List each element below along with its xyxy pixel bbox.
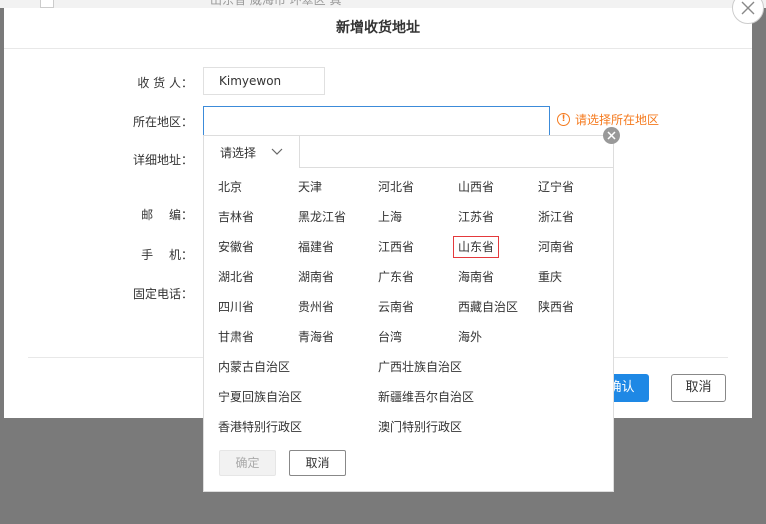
region-input[interactable] [203,106,550,136]
province-option[interactable]: 广东省 [378,267,414,287]
consignee-label: 收 货 人： [137,76,193,90]
province-option[interactable]: 甘肃省 [218,327,254,347]
province-option[interactable]: 河北省 [378,177,414,197]
province-option[interactable]: 青海省 [298,327,334,347]
detail-address-label: 详细地址： [133,153,194,167]
province-option[interactable]: 山东省 [453,236,500,258]
province-option[interactable]: 湖南省 [298,267,334,287]
province-option[interactable]: 西藏自治区 [458,297,518,317]
region-label: 所在地区： [133,115,194,129]
background-checkbox [40,0,54,8]
picker-confirm-button[interactable]: 确定 [219,450,276,476]
province-option[interactable]: 吉林省 [218,207,254,227]
province-option[interactable]: 海南省 [458,267,494,287]
province-option[interactable]: 贵州省 [298,297,334,317]
province-option[interactable]: 山西省 [458,177,494,197]
mobile-label: 手 机： [141,248,193,262]
phone-label: 固定电话： [133,287,194,301]
province-option[interactable]: 上海 [378,207,402,227]
dialog-title: 新增收货地址 [4,8,752,49]
province-option[interactable]: 海外 [458,327,482,347]
close-icon [741,1,755,15]
picker-cancel-button[interactable]: 取消 [289,450,346,476]
province-option[interactable]: 香港特别行政区 [218,417,302,437]
province-option[interactable]: 内蒙古自治区 [218,357,290,377]
close-icon [607,131,616,140]
province-option[interactable]: 北京 [218,177,242,197]
province-option[interactable]: 浙江省 [538,207,574,227]
province-option[interactable]: 宁夏回族自治区 [218,387,302,407]
consignee-input[interactable]: Kimyewon [203,67,325,95]
cancel-button[interactable]: 取消 [671,374,726,402]
province-option[interactable]: 广西壮族自治区 [378,357,462,377]
province-option[interactable]: 陕西省 [538,297,574,317]
province-option[interactable]: 江苏省 [458,207,494,227]
province-option[interactable]: 河南省 [538,237,574,257]
province-option[interactable]: 四川省 [218,297,254,317]
province-option[interactable]: 辽宁省 [538,177,574,197]
province-option[interactable]: 云南省 [378,297,414,317]
province-option[interactable]: 天津 [298,177,322,197]
background-address-text: 山东省 威海市 环翠区 真 [210,0,342,7]
province-option[interactable]: 湖北省 [218,267,254,287]
region-tip-text: 请选择所在地区 [575,113,660,127]
chevron-down-icon [271,148,283,155]
province-option[interactable]: 重庆 [538,267,562,287]
province-option[interactable]: 江西省 [378,237,414,257]
province-option[interactable]: 澳门特别行政区 [378,417,462,437]
province-option[interactable]: 黑龙江省 [298,207,346,227]
tab-province[interactable]: 请选择 [204,136,300,168]
postcode-label: 邮 编： [141,208,193,222]
province-option[interactable]: 新疆维吾尔自治区 [378,387,474,407]
province-option[interactable]: 安徽省 [218,237,254,257]
province-option[interactable]: 台湾 [378,327,402,347]
tab-province-label: 请选择 [220,146,257,160]
picker-close-button[interactable] [603,127,620,144]
region-picker: 请选择 北京 天津 河北省 山西省 辽宁省吉林省 黑龙江省 上海 江苏省 浙江省安徽省 福建省 江西… [203,135,614,492]
province-option[interactable]: 福建省 [298,237,334,257]
warning-icon: ! [557,113,570,126]
background-page: 山东省 威海市 环翠区 真 [0,0,766,8]
region-tip: ! 请选择所在地区 [557,111,659,128]
